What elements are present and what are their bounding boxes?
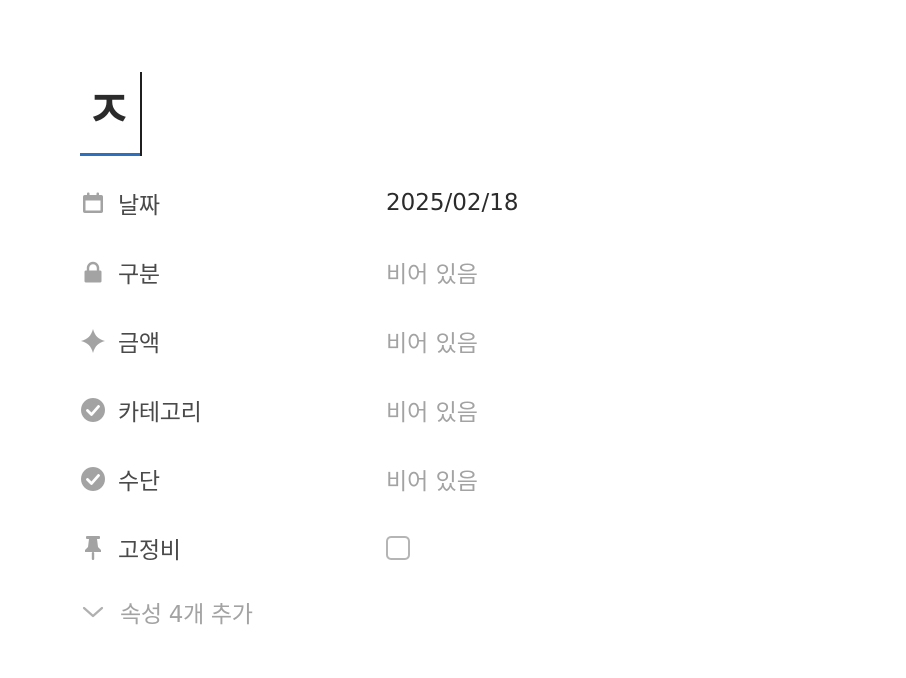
property-list: 날짜 2025/02/18 구분 비어 있음 금액 비어 있음 카테고리 비어 … — [80, 168, 840, 646]
property-row-method: 수단 비어 있음 — [80, 444, 840, 513]
property-name-type[interactable]: 구분 — [80, 255, 386, 289]
pin-icon — [80, 535, 106, 561]
calendar-icon — [80, 190, 106, 216]
property-value-type[interactable]: 비어 있음 — [386, 255, 840, 289]
property-row-date: 날짜 2025/02/18 — [80, 168, 840, 237]
ime-composition-underline — [80, 153, 140, 156]
property-name-category[interactable]: 카테고리 — [80, 393, 386, 427]
property-label: 구분 — [118, 261, 160, 288]
property-label: 날짜 — [118, 192, 160, 219]
property-value-method[interactable]: 비어 있음 — [386, 462, 840, 496]
page-title-area[interactable]: ㅈ — [80, 70, 840, 158]
property-row-amount: 금액 비어 있음 — [80, 306, 840, 375]
property-value-category[interactable]: 비어 있음 — [386, 393, 840, 427]
property-row-type: 구분 비어 있음 — [80, 237, 840, 306]
page-title[interactable]: ㅈ — [86, 78, 132, 142]
property-label: 수단 — [118, 468, 160, 495]
property-label: 금액 — [118, 330, 160, 357]
property-name-method[interactable]: 수단 — [80, 462, 386, 496]
check-circle-icon — [80, 397, 106, 423]
diamond-icon — [80, 328, 106, 354]
property-label: 카테고리 — [118, 399, 202, 426]
property-value-date[interactable]: 2025/02/18 — [386, 190, 840, 216]
lock-icon — [80, 259, 106, 285]
property-row-fixed-cost: 고정비 — [80, 513, 840, 582]
check-circle-icon — [80, 466, 106, 492]
page: ㅈ 날짜 2025/02/18 구분 비어 있음 금액 비어 있음 카테고리 비… — [80, 70, 840, 646]
property-name-amount[interactable]: 금액 — [80, 324, 386, 358]
property-row-category: 카테고리 비어 있음 — [80, 375, 840, 444]
property-value-amount[interactable]: 비어 있음 — [386, 324, 840, 358]
chevron-down-icon — [80, 599, 106, 625]
show-more-properties-button[interactable]: 속성 4개 추가 — [80, 578, 840, 646]
property-value-fixed-cost — [386, 535, 840, 560]
property-label: 고정비 — [118, 537, 181, 564]
property-name-date[interactable]: 날짜 — [80, 186, 386, 220]
text-cursor — [140, 72, 142, 156]
property-name-fixed-cost[interactable]: 고정비 — [80, 531, 386, 565]
fixed-cost-checkbox[interactable] — [386, 535, 410, 560]
show-more-label: 속성 4개 추가 — [120, 602, 253, 628]
